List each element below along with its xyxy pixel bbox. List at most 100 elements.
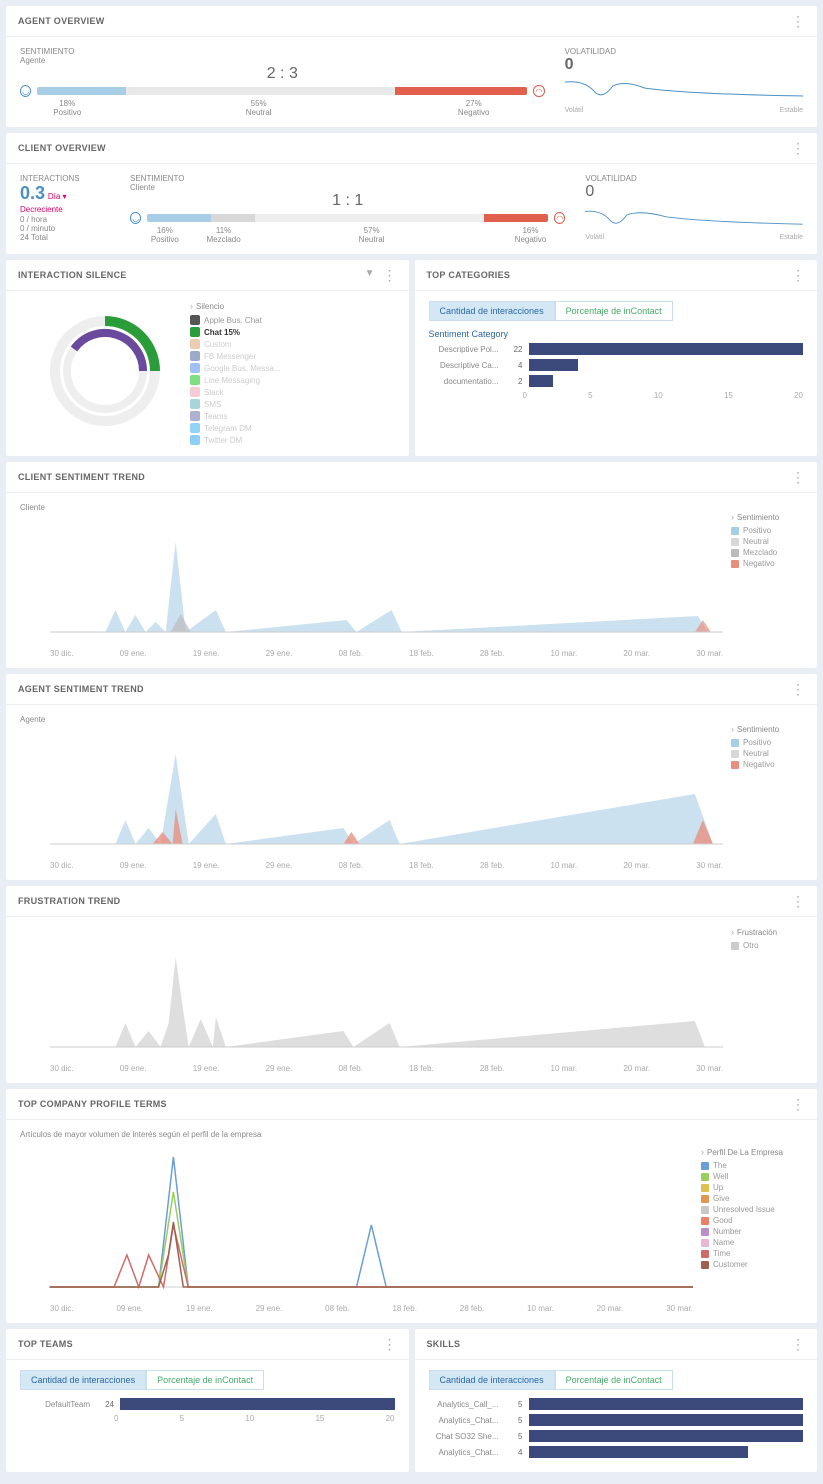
legend-item[interactable]: Well xyxy=(701,1171,803,1182)
legend-item[interactable]: Slack xyxy=(190,386,290,398)
segment-label: 57%Neutral xyxy=(248,226,496,244)
silence-legend: ›Silencio Apple Bus. ChatChat 15%CustomF… xyxy=(190,301,290,446)
axis-tick: 20 xyxy=(386,1414,395,1423)
legend-item[interactable]: Teams xyxy=(190,410,290,422)
legend-item[interactable]: Neutral xyxy=(731,536,803,547)
card-title: SKILLS xyxy=(427,1339,461,1349)
more-icon[interactable]: ⋮ xyxy=(791,141,805,155)
sentiment-ratio: 2 : 3 xyxy=(20,65,545,83)
more-icon[interactable]: ⋮ xyxy=(791,894,805,908)
axis-tick: 18 feb. xyxy=(409,861,433,870)
legend-item[interactable]: Positivo xyxy=(731,525,803,536)
axis-tick: 19 ene. xyxy=(186,1304,213,1313)
interaction-silence-card: INTERACTION SILENCE ▼ ⋮ ›Silencio Apple … xyxy=(6,260,409,456)
segment xyxy=(395,87,527,95)
legend-item[interactable]: Up xyxy=(701,1182,803,1193)
axis-tick: 29 ene. xyxy=(256,1304,283,1313)
tab-percentage[interactable]: Porcentaje de inContact xyxy=(555,1370,673,1390)
legend-header: Frustración xyxy=(737,928,777,937)
legend-item[interactable]: Neutral xyxy=(731,748,803,759)
bar-row: Analytics_Chat...5 xyxy=(429,1414,804,1426)
skills-bars: Analytics_Call_...5Analytics_Chat...5Cha… xyxy=(429,1398,804,1458)
legend-item[interactable]: Telegram DM xyxy=(190,422,290,434)
more-icon[interactable]: ⋮ xyxy=(791,1337,805,1351)
client-overview-card: CLIENT OVERVIEW ⋮ INTERACTIONS 0.3 Día ▾… xyxy=(6,133,817,254)
legend-item[interactable]: Number xyxy=(701,1226,803,1237)
legend-item[interactable]: Mezclado xyxy=(731,547,803,558)
tab-interactions[interactable]: Cantidad de interacciones xyxy=(20,1370,146,1390)
legend-item[interactable]: Name xyxy=(701,1237,803,1248)
sentiment-sub: Cliente xyxy=(130,183,565,192)
more-icon[interactable]: ⋮ xyxy=(791,682,805,696)
card-title: INTERACTION SILENCE xyxy=(18,270,127,280)
axis-tick: 19 ene. xyxy=(193,649,220,658)
skills-card: SKILLS ⋮ Cantidad de interacciones Porce… xyxy=(415,1329,818,1472)
tab-interactions[interactable]: Cantidad de interacciones xyxy=(429,301,555,321)
interactions-line: 0 / hora xyxy=(20,215,110,224)
volatility-sparkline xyxy=(565,74,803,104)
axis-tick: 30 dic. xyxy=(50,861,74,870)
segment xyxy=(484,214,548,222)
filter-icon[interactable]: ▼ xyxy=(365,268,375,282)
axis-tick: 15 xyxy=(724,391,733,400)
legend-item[interactable]: Otro xyxy=(731,940,803,951)
smile-icon: ◡ xyxy=(20,85,31,97)
vol-right-label: Estable xyxy=(780,107,803,114)
legend-item[interactable]: Custom xyxy=(190,338,290,350)
legend-item[interactable]: Twitter DM xyxy=(190,434,290,446)
segment xyxy=(211,214,255,222)
legend-item[interactable]: Negativo xyxy=(731,759,803,770)
legend-item[interactable]: Time xyxy=(701,1248,803,1259)
legend-item[interactable]: Give xyxy=(701,1193,803,1204)
x-axis: 30 dic.09 ene.19 ene.29 ene.08 feb.18 fe… xyxy=(50,1064,723,1073)
axis-tick: 08 feb. xyxy=(339,861,363,870)
category-subtitle[interactable]: Sentiment Category xyxy=(429,329,804,339)
more-icon[interactable]: ⋮ xyxy=(791,14,805,28)
more-icon[interactable]: ⋮ xyxy=(383,1337,397,1351)
vol-right-label: Estable xyxy=(780,234,803,241)
legend-item[interactable]: The xyxy=(701,1160,803,1171)
legend-item[interactable]: Apple Bus. Chat xyxy=(190,314,290,326)
client-trend-card: CLIENT SENTIMENT TREND ⋮ Cliente 30 dic.… xyxy=(6,462,817,668)
frown-icon: ◠ xyxy=(554,212,565,224)
tab-percentage[interactable]: Porcentaje de inContact xyxy=(555,301,673,321)
legend-item[interactable]: SMS xyxy=(190,398,290,410)
legend-header: Perfil De La Empresa xyxy=(707,1148,783,1157)
legend-item[interactable]: Negativo xyxy=(731,558,803,569)
axis-tick: 30 mar. xyxy=(696,1064,723,1073)
more-icon[interactable]: ⋮ xyxy=(791,1097,805,1111)
bar-row: Chat SO32 She...5 xyxy=(429,1430,804,1442)
more-icon[interactable]: ⋮ xyxy=(383,268,397,282)
axis-tick: 20 mar. xyxy=(623,1064,650,1073)
axis-tick: 19 ene. xyxy=(193,861,220,870)
more-icon[interactable]: ⋮ xyxy=(791,268,805,282)
axis-tick: 08 feb. xyxy=(339,649,363,658)
legend-item[interactable]: FB Messenger xyxy=(190,350,290,362)
profile-terms-card: TOP COMPANY PROFILE TERMS ⋮ Artículos de… xyxy=(6,1089,817,1323)
axis-tick: 18 feb. xyxy=(409,649,433,658)
interactions-line: 0 / minuto xyxy=(20,224,110,233)
legend-item[interactable]: Chat 15% xyxy=(190,326,290,338)
tab-percentage[interactable]: Porcentaje de inContact xyxy=(146,1370,264,1390)
legend-item[interactable]: Line Messaging xyxy=(190,374,290,386)
legend-item[interactable]: Unresolved Issue xyxy=(701,1204,803,1215)
tab-interactions[interactable]: Cantidad de interacciones xyxy=(429,1370,555,1390)
volatility-sparkline xyxy=(585,201,803,231)
axis-tick: 10 xyxy=(654,391,663,400)
segment xyxy=(255,214,484,222)
top-categories-card: TOP CATEGORIES ⋮ Cantidad de interaccion… xyxy=(415,260,818,456)
legend-item[interactable]: Customer xyxy=(701,1259,803,1270)
segment-label: 18%Positivo xyxy=(20,99,114,117)
segment-label: 55%Neutral xyxy=(114,99,403,117)
teams-axis: 05101520 xyxy=(114,1414,395,1423)
sentiment-segment-labels: 16%Positivo11%Mezclado57%Neutral16%Negat… xyxy=(130,226,565,244)
interactions-line: 24 Total xyxy=(20,233,110,242)
legend-header: Silencio xyxy=(196,302,224,311)
more-icon[interactable]: ⋮ xyxy=(791,470,805,484)
legend-item[interactable]: Good xyxy=(701,1215,803,1226)
axis-tick: 19 ene. xyxy=(193,1064,220,1073)
sentiment-segment-labels: 18%Positivo55%Neutral27%Negativo xyxy=(20,99,545,117)
legend-item[interactable]: Positivo xyxy=(731,737,803,748)
legend-item[interactable]: Google Bus. Messa... xyxy=(190,362,290,374)
segment xyxy=(37,87,125,95)
